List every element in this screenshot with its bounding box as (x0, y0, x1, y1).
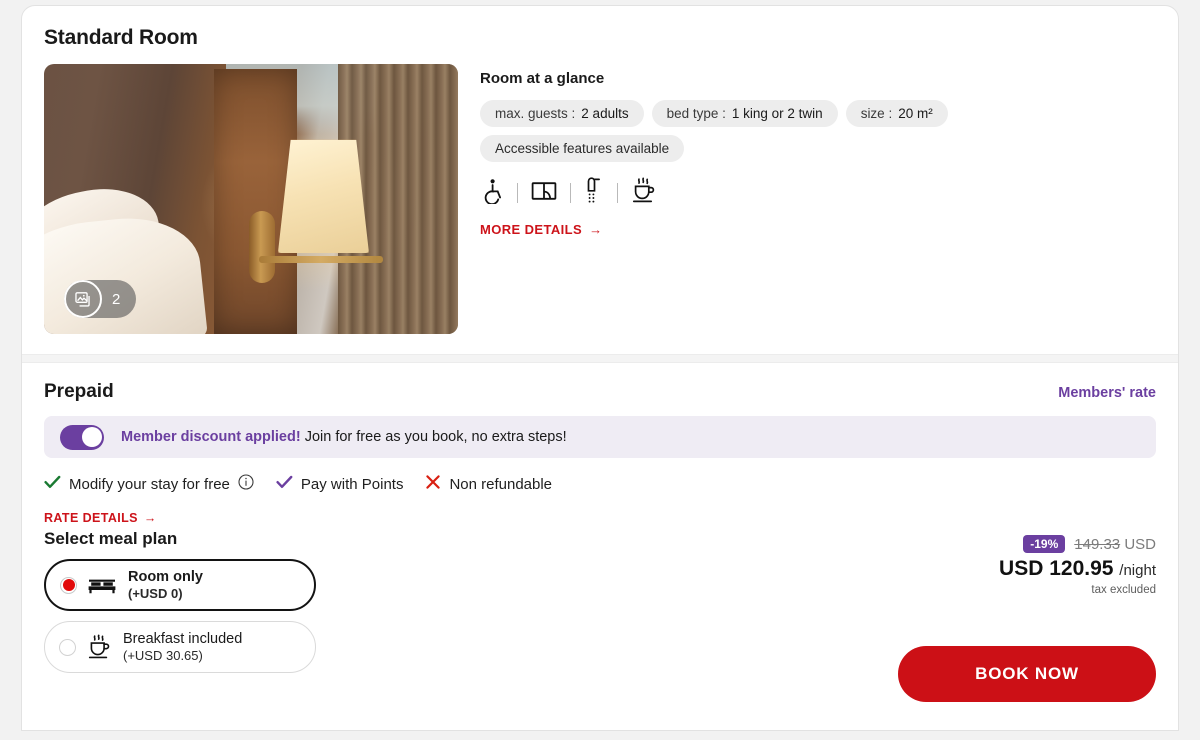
benefit-label: Non refundable (449, 475, 553, 493)
photo-lamp-arm (259, 255, 384, 263)
benefit-pay-with-points: Pay with Points (276, 475, 404, 493)
price-top-row: -19% 149.33 USD (999, 535, 1156, 553)
rate-details-label: RATE DETAILS (44, 511, 138, 525)
chip-key: size : (860, 106, 893, 121)
check-purple-icon (276, 475, 293, 493)
more-details-link[interactable]: MORE DETAILS → (480, 222, 602, 237)
chip-value: 20 m² (898, 106, 933, 121)
benefit-modify-stay: Modify your stay for free (44, 474, 254, 494)
room-at-a-glance: Room at a glance max. guests : 2 adults b… (480, 64, 1156, 334)
amenity-divider (570, 183, 571, 203)
chip-key: max. guests : (495, 106, 576, 121)
chip-size: size : 20 m² (845, 100, 948, 127)
arrow-right-icon: → (143, 511, 157, 525)
photo-lamp-shade (277, 139, 369, 253)
meal-option-price: (+USD 30.65) (123, 647, 203, 663)
cross-icon (425, 474, 441, 494)
radio-room-only[interactable] (60, 576, 77, 594)
amenity-divider (617, 183, 618, 203)
glance-title: Room at a glance (480, 70, 605, 87)
tax-note: tax excluded (1091, 584, 1156, 596)
meal-plan-title: Select meal plan (44, 529, 178, 548)
rate-header: Prepaid Members' rate (44, 381, 1156, 403)
page-title: Standard Room (44, 26, 198, 49)
current-price: USD 120.95 /night (999, 557, 1156, 581)
rate-details-link[interactable]: RATE DETAILS → (44, 511, 157, 525)
discount-badge: -19% (1023, 535, 1066, 553)
amenity-icon-row (480, 177, 1156, 209)
check-icon (44, 475, 61, 493)
photo-lamp-base (248, 211, 275, 284)
benefit-label: Pay with Points (300, 475, 404, 493)
old-price-amount: 149.33 (1074, 535, 1121, 553)
meal-option-text: Room only (+USD 0) (128, 568, 203, 602)
chip-value: 2 adults (581, 106, 629, 121)
section-divider (22, 354, 1178, 363)
meal-option-price: (+USD 0) (128, 585, 183, 601)
benefits-row: Modify your stay for free Pay with Point… (44, 474, 1156, 494)
room-body: 2 Room at a glance max. guests : 2 adults… (44, 64, 1156, 334)
chip-max-guests: max. guests : 2 adults (480, 100, 644, 127)
meal-option-room-only[interactable]: Room only (+USD 0) (44, 559, 316, 611)
info-icon[interactable] (238, 474, 254, 494)
rate-title: Prepaid (44, 381, 114, 402)
room-section: Standard Room 2 Room at a glance max. gu… (22, 6, 1178, 334)
photo-stack-icon (64, 280, 102, 318)
chip-accessible-features: Accessible features available (480, 135, 685, 162)
old-price-currency: USD (1124, 535, 1156, 553)
old-price: 149.33 USD (1074, 536, 1156, 553)
benefit-non-refundable: Non refundable (425, 474, 552, 494)
rate-section: Prepaid Members' rate Member discount ap… (22, 363, 1178, 702)
glance-chip-row: max. guests : 2 adults bed type : 1 king o… (480, 100, 1156, 127)
room-layout-icon (531, 180, 557, 207)
price-block: -19% 149.33 USD USD 120.95 /night tax ex… (999, 535, 1156, 596)
coffee-icon (631, 177, 656, 209)
meal-option-name: Room only (128, 568, 203, 585)
chip-key: bed type : (666, 106, 726, 121)
meal-option-breakfast[interactable]: Breakfast included (+USD 30.65) (44, 621, 316, 673)
amenity-divider (517, 183, 518, 203)
room-rate-card: Standard Room 2 Room at a glance max. gu… (21, 5, 1179, 731)
benefit-label: Modify your stay for free (69, 475, 230, 493)
glance-chip-row-secondary: Accessible features available (480, 135, 1156, 162)
radio-breakfast[interactable] (59, 638, 76, 656)
more-details-label: MORE DETAILS (480, 222, 583, 237)
book-now-button[interactable]: BOOK NOW (898, 646, 1156, 702)
wheelchair-accessible-icon (480, 178, 504, 209)
shower-icon (584, 177, 604, 209)
toggle-knob (81, 427, 102, 447)
photo-count: 2 (112, 290, 121, 308)
photo-count-badge[interactable]: 2 (64, 280, 137, 318)
member-discount-banner: Member discount applied! Join for free a… (44, 416, 1156, 458)
room-photo[interactable]: 2 (44, 64, 458, 334)
coffee-icon (87, 634, 111, 660)
members-rate-label[interactable]: Members' rate (1058, 385, 1156, 401)
chip-value: 1 king or 2 twin (731, 106, 823, 121)
member-banner-body: Join for free as you book, no extra step… (300, 429, 567, 445)
arrow-right-icon: → (589, 222, 603, 237)
bed-icon (88, 575, 116, 595)
member-banner-highlight: Member discount applied! (121, 429, 301, 445)
current-price-amount: USD 120.95 (999, 557, 1114, 580)
meal-option-text: Breakfast included (+USD 30.65) (123, 630, 242, 664)
meal-option-name: Breakfast included (123, 630, 243, 647)
price-per-unit: /night (1119, 562, 1156, 579)
member-discount-toggle[interactable] (60, 424, 104, 450)
member-banner-text: Member discount applied! Join for free a… (121, 429, 567, 445)
chip-bed-type: bed type : 1 king or 2 twin (651, 100, 838, 127)
